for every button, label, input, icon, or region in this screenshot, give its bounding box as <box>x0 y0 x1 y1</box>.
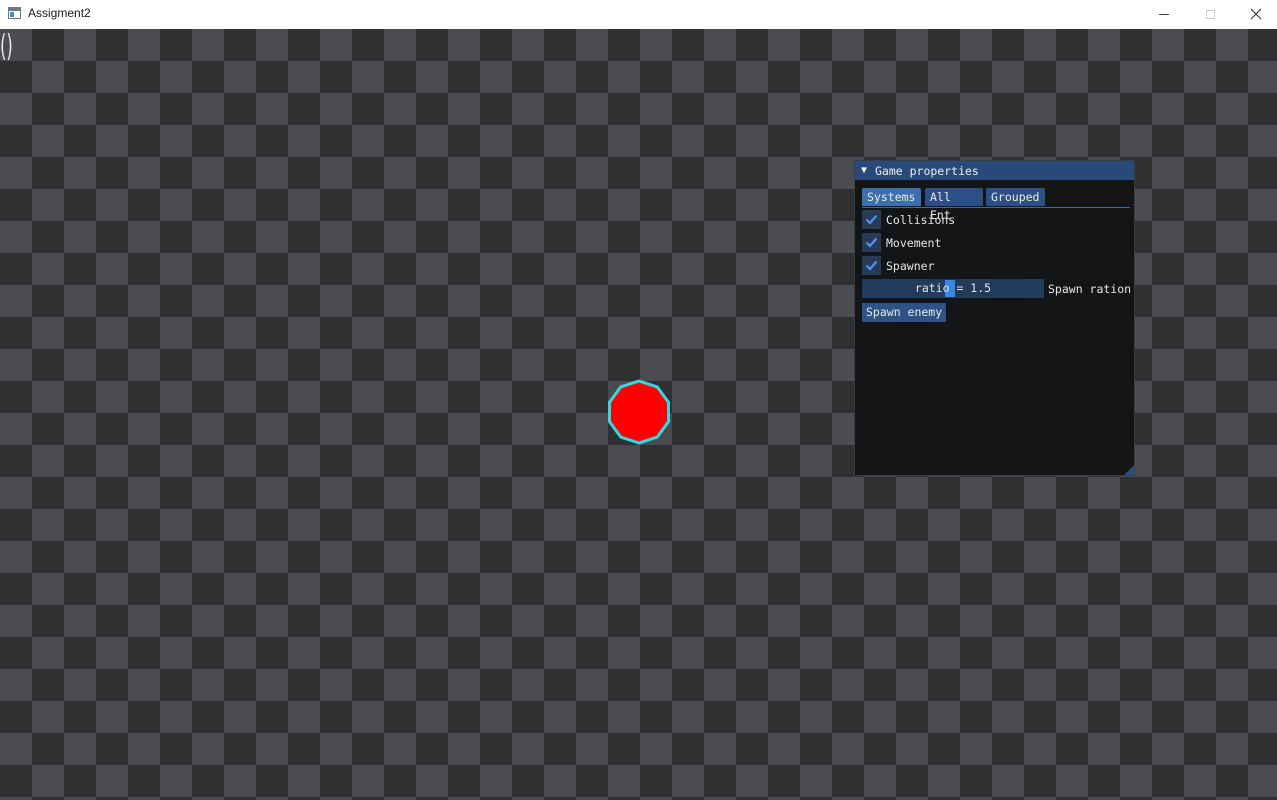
triangle-down-icon[interactable]: ▼ <box>861 165 875 176</box>
close-icon <box>1250 8 1262 20</box>
app-window: Assigment2 () ▼ Game properties Systems … <box>0 0 1277 800</box>
collisions-checkbox[interactable] <box>862 210 881 229</box>
slider-value: ratio = 1.5 <box>914 281 992 295</box>
spawn-ratio-slider[interactable]: ratio = 1.5 <box>862 279 1044 298</box>
checkmark-icon <box>865 214 878 225</box>
collisions-label: Collisions <box>886 212 956 227</box>
spawn-enemy-button[interactable]: Spawn enemy <box>862 303 947 322</box>
game-properties-panel[interactable]: ▼ Game properties Systems All Ent Groupe… <box>854 160 1135 476</box>
resize-grip-icon[interactable] <box>1124 465 1134 475</box>
title-bar[interactable]: Assigment2 <box>0 0 1277 28</box>
checkbox-row-collisions[interactable]: Collisions <box>862 210 955 229</box>
checkbox-row-movement[interactable]: Movement <box>862 233 941 252</box>
spawner-checkbox[interactable] <box>862 256 881 275</box>
tab-systems[interactable]: Systems <box>862 188 921 206</box>
corner-text: () <box>0 29 13 64</box>
minimize-icon <box>1159 13 1169 15</box>
movement-label: Movement <box>886 235 942 250</box>
maximize-button[interactable] <box>1187 0 1233 28</box>
checkbox-row-spawner[interactable]: Spawner <box>862 256 934 275</box>
player-entity <box>608 379 670 445</box>
checkmark-icon <box>865 260 878 271</box>
app-window-icon <box>8 7 21 19</box>
maximize-icon <box>1205 9 1215 19</box>
window-title: Assigment2 <box>28 6 91 20</box>
spawn-ratio-row: ratio = 1.5 Spawn ration <box>862 279 1131 298</box>
spawner-label: Spawner <box>886 258 935 273</box>
movement-checkbox[interactable] <box>862 233 881 252</box>
tab-grouped[interactable]: Grouped <box>986 188 1045 206</box>
panel-header[interactable]: ▼ Game properties <box>855 161 1134 180</box>
panel-title: Game properties <box>875 163 979 178</box>
close-button[interactable] <box>1233 0 1277 28</box>
spawn-ratio-label: Spawn ration <box>1048 281 1132 296</box>
checkmark-icon <box>865 237 878 248</box>
tab-all-ent[interactable]: All Ent <box>925 188 983 222</box>
minimize-button[interactable] <box>1141 0 1187 28</box>
tab-bar: Systems All Ent Grouped <box>862 188 1130 222</box>
entity-shape <box>608 379 670 445</box>
